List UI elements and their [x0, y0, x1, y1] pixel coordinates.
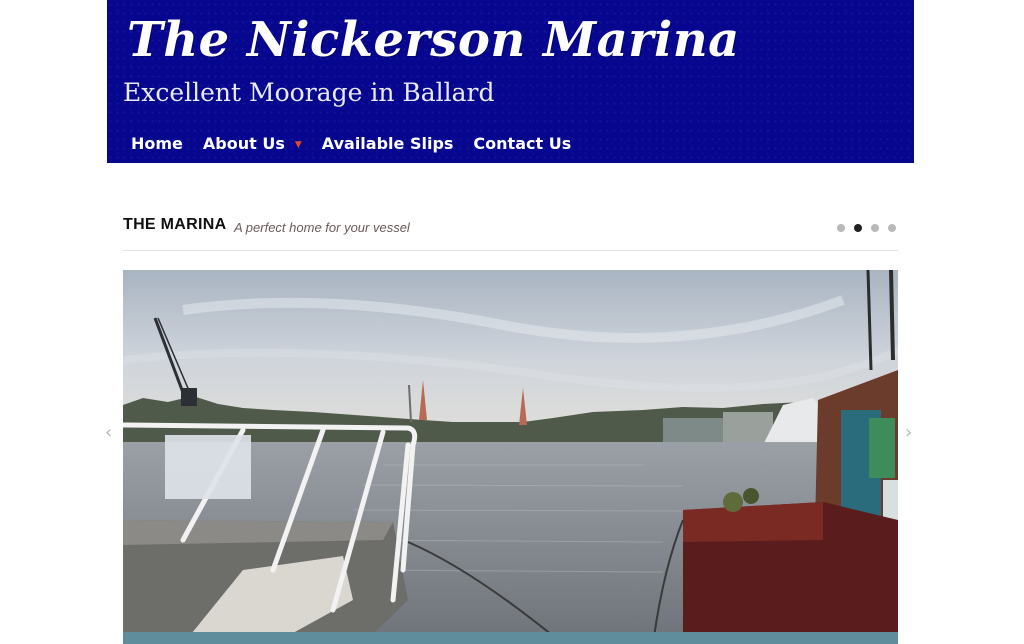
- caret-down-icon: ▼: [294, 139, 302, 150]
- slider-dot-1[interactable]: [837, 224, 845, 232]
- nav-item-label: Available Slips: [321, 134, 454, 153]
- site-header: The Nickerson Marina Excellent Moorage i…: [107, 0, 914, 163]
- slider-dot-4[interactable]: [888, 224, 896, 232]
- nav-item-available-slips[interactable]: Available Slips: [322, 134, 454, 153]
- site-tagline: Excellent Moorage in Ballard: [123, 78, 495, 107]
- nav-item-about-us[interactable]: About Us ▼: [203, 134, 302, 153]
- slider-pagination: [837, 224, 896, 232]
- nav-item-label: About Us: [202, 134, 285, 153]
- nav-item-home[interactable]: Home: [131, 134, 183, 153]
- nav-item-contact-us[interactable]: Contact Us: [473, 134, 571, 153]
- page: The Nickerson Marina Excellent Moorage i…: [0, 0, 1024, 644]
- slider-dot-2[interactable]: [854, 224, 862, 232]
- nav-item-label: Home: [131, 134, 183, 153]
- slide-image-marina: [123, 270, 898, 644]
- chevron-right-icon[interactable]: ›: [905, 424, 912, 442]
- marina-photo: [123, 270, 898, 644]
- chevron-left-icon[interactable]: ‹: [105, 424, 112, 442]
- nav-item-label: Contact Us: [473, 134, 572, 153]
- section-subtitle: A perfect home for your vessel: [234, 220, 410, 235]
- section-title: THE MARINA: [123, 216, 227, 233]
- slider-header: THE MARINA A perfect home for your vesse…: [123, 212, 898, 251]
- slider-dot-3[interactable]: [871, 224, 879, 232]
- site-title[interactable]: The Nickerson Marina: [127, 16, 740, 64]
- main-nav: Home About Us ▼ Available Slips Contact U…: [131, 134, 571, 153]
